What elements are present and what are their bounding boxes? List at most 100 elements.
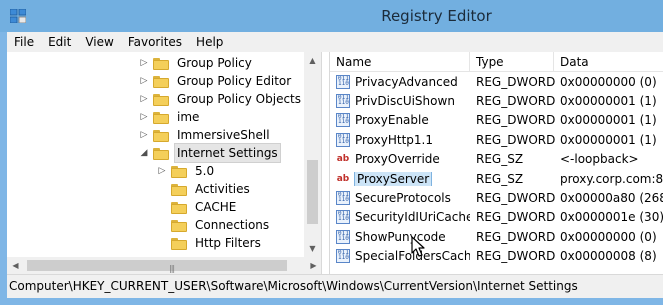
tree-item[interactable]: Activities [157,180,252,198]
value-name-cell: ab ProxyServer [330,171,470,186]
tree-item[interactable]: ▷ ime [139,108,201,126]
tree-item[interactable]: Connections [157,216,271,234]
binary-value-icon: 011 110 [336,113,350,128]
binary-value-icon: 011 110 [336,249,350,264]
window-bottom-frame [0,298,663,305]
value-name-cell: ab ProxyOverride [330,152,470,166]
status-path: Computer\HKEY_CURRENT_USER\Software\Micr… [9,279,578,293]
folder-icon [153,147,169,160]
folder-icon [153,111,169,124]
value-data: proxy.corp.com:80 [560,171,663,186]
column-header-name[interactable]: Name [330,52,470,72]
value-name: SecureProtocols [355,190,451,205]
expand-arrow-icon[interactable]: ▷ [139,72,149,90]
scroll-down-arrow-icon[interactable]: ▼ [304,240,321,257]
value-type: REG_SZ [476,171,524,186]
tree-item[interactable]: ▷ ImmersiveShell [139,126,272,144]
folder-icon [153,93,169,106]
expand-arrow-icon[interactable]: ▷ [139,90,149,108]
binary-value-icon: 011 110 [336,93,350,108]
folder-icon [171,237,187,250]
string-value-icon: ab [336,154,350,165]
folder-icon [171,219,187,232]
value-type: REG_DWORD [476,132,556,147]
menu-view[interactable]: View [78,32,120,52]
expand-arrow-icon[interactable]: ▷ [157,162,167,180]
value-type: REG_DWORD [476,229,556,244]
tree-horizontal-scrollbar[interactable]: ◀ ||| ▶ [7,257,321,274]
tree-item[interactable]: CACHE [157,198,238,216]
title-bar: Registry Editor [0,0,663,32]
value-row[interactable]: 011 110 SecureProtocols REG_DWORD 0x00000a8… [330,188,663,207]
value-data: 0x00000a80 (2688) [560,190,663,205]
expand-arrow-icon[interactable]: ◢ [139,144,149,162]
key-tree-pane: ▷ Group Policy ▷ Group Policy Editor ▷ Group … [7,52,322,274]
value-type: REG_DWORD [476,93,556,108]
expander-placeholder [157,234,167,252]
tree-item[interactable]: ▷ Group Policy [139,54,254,72]
menu-favorites[interactable]: Favorites [121,32,189,52]
menu-file[interactable]: File [7,32,41,52]
string-value-icon: ab [336,173,350,184]
tree-item[interactable]: ▷ Group Policy Objects [139,90,303,108]
window-title: Registry Editor [381,7,492,25]
status-bar: Computer\HKEY_CURRENT_USER\Software\Micr… [7,274,663,298]
tree-item-label: Group Policy [177,56,252,70]
binary-value-icon: 011 110 [336,229,350,244]
folder-icon [153,75,169,88]
value-name: ShowPunycode [355,229,446,244]
tree-item-label: Group Policy Objects [177,92,302,106]
value-data: 0x00000001 (1) [560,93,657,108]
tree-item[interactable]: ▷ 5.0 [157,162,216,180]
value-row[interactable]: 011 110SpecialFoldersCache... REG_DWORD 0x… [330,247,663,266]
value-row[interactable]: 011 110 ShowPunycode REG_DWORD 0x00000000 (… [330,227,663,246]
value-data: 0x00000000 (0) [560,74,657,89]
value-type: REG_DWORD [476,190,556,205]
folder-icon [171,183,187,196]
value-row[interactable]: 011 110 PrivDiscUiShown REG_DWORD 0x0000000… [330,91,663,110]
value-name-cell: 011 110SpecialFoldersCache... [330,249,470,264]
value-name-cell: 011 110 ProxyEnable [330,113,470,128]
expand-arrow-icon[interactable]: ▷ [139,54,149,72]
scroll-right-arrow-icon[interactable]: ▶ [305,257,321,274]
expander-placeholder [157,198,167,216]
value-data: 0x0000001e (30) [560,210,663,225]
value-row[interactable]: ab ProxyOverride REG_SZ <-loopback> [330,150,663,169]
tree-item-label: ime [177,110,200,124]
mouse-pointer-icon [411,236,425,257]
tree-item-label: Group Policy Editor [177,74,292,88]
value-name: ProxyEnable [355,113,429,128]
expand-arrow-icon[interactable]: ▷ [139,108,149,126]
binary-value-icon: 011 110 [336,190,350,205]
tree-item[interactable]: Http Filters [157,234,263,252]
scroll-up-arrow-icon[interactable]: ▲ [304,52,321,69]
value-row[interactable]: 011 110 SecurityIdIUriCache... REG_DWORD 0x… [330,208,663,227]
scroll-grip-icon: ||| [169,264,175,273]
value-row[interactable]: 011 110 ProxyHttp1.1 REG_DWORD 0x00000001 (… [330,130,663,149]
menu-edit[interactable]: Edit [41,32,78,52]
values-list-pane: Name Type Data 011 110 PrivacyAdvanced REG… [329,52,663,274]
column-header-type[interactable]: Type [470,52,554,72]
tree-item[interactable]: ▷ Group Policy Editor [139,72,293,90]
value-name-cell: 011 110 ProxyHttp1.1 [330,132,470,147]
value-name-cell: 011 110 ShowPunycode [330,229,470,244]
tree-item-label: 5.0 [195,164,215,178]
tree-horizontal-scroll-thumb[interactable]: ||| [27,260,287,273]
folder-icon [153,129,169,142]
scroll-left-arrow-icon[interactable]: ◀ [7,257,24,274]
menu-help[interactable]: Help [189,32,230,52]
value-row[interactable]: ab ProxyServer REG_SZ proxy.corp.com:80 [330,169,663,188]
tree-vertical-scroll-thumb[interactable] [307,160,318,224]
value-data: 0x00000000 (0) [560,229,657,244]
expander-placeholder [157,180,167,198]
tree-item[interactable]: ◢ Internet Settings [139,143,281,163]
value-data: 0x00000001 (1) [560,132,657,147]
expand-arrow-icon[interactable]: ▷ [139,126,149,144]
value-row[interactable]: 011 110 PrivacyAdvanced REG_DWORD 0x0000000… [330,72,663,91]
value-row[interactable]: 011 110 ProxyEnable REG_DWORD 0x00000001 (1… [330,111,663,130]
tree-item-label: ImmersiveShell [177,128,270,142]
column-header-data[interactable]: Data [554,52,663,72]
value-name-cell: 011 110 PrivacyAdvanced [330,74,470,89]
tree-vertical-scrollbar[interactable]: ▲ ▼ [304,52,321,257]
value-data: 0x00000001 (1) [560,113,657,128]
